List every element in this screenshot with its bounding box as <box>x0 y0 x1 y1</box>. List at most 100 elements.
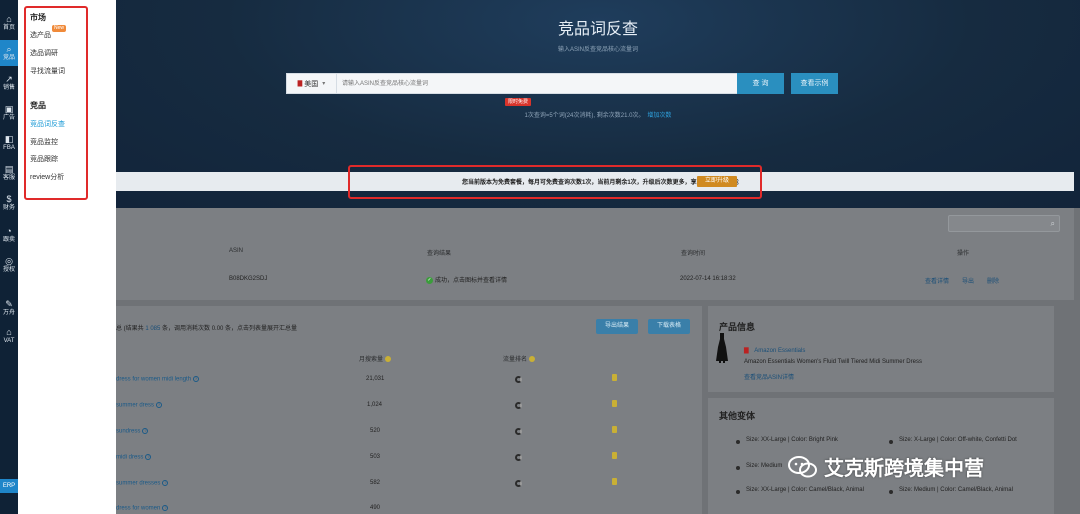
trend-icon[interactable] <box>612 400 617 407</box>
variant-item[interactable]: Size: XX-Large | Color: Camel/Black, Ani… <box>746 486 876 494</box>
search-bar: ▇ 美国 ▾ <box>286 73 738 94</box>
asin-search-input[interactable] <box>337 74 737 93</box>
rail-label: 跟卖 <box>2 236 15 243</box>
trend-icon[interactable] <box>612 452 617 459</box>
variant-item[interactable]: Size: Medium | Color: Camel/Black, Anima… <box>899 486 1029 494</box>
market-select[interactable]: ▇ 美国 ▾ <box>287 74 337 93</box>
info-icon <box>529 356 536 363</box>
page-title: 竞品词反查 <box>557 21 638 38</box>
new-badge: New <box>52 25 67 32</box>
donut-icon <box>515 454 522 461</box>
keyword-text: dress for women midi length <box>116 376 192 383</box>
submenu-item-research[interactable]: 选品调研 <box>30 48 58 58</box>
column-header-status: 查询结果 <box>427 251 452 257</box>
help-icon: ? <box>162 505 169 511</box>
help-icon: ? <box>142 428 149 434</box>
download-table-button[interactable]: 下载表格 <box>648 319 690 334</box>
keyword-text: summer dress <box>116 402 155 409</box>
trend-icon[interactable] <box>612 426 617 433</box>
check-icon: ✓ <box>426 276 433 284</box>
export-link[interactable]: 导出 <box>962 276 974 285</box>
export-results-button[interactable]: 导出结果 <box>596 319 638 334</box>
variant-item[interactable]: Size: X-Large | Color: Off-white, Confet… <box>899 436 1019 444</box>
trend-icon: ↗ <box>5 73 13 84</box>
keyword-link[interactable]: dress for women midi length? <box>116 376 200 383</box>
rail-item-competitor[interactable]: ⌕ 竞品 <box>0 40 18 66</box>
rail-item-follow[interactable]: ◔ 跟卖 <box>0 222 18 248</box>
rail-label: 客服 <box>2 174 15 181</box>
bullet-icon <box>736 466 740 470</box>
rail-item-finance[interactable]: $ 财务 <box>0 190 18 216</box>
page-subtitle: 输入ASIN反查竞品核心流量词 <box>557 47 638 53</box>
search-volume-value: 582 <box>370 480 381 486</box>
add-quota-link[interactable]: 增加次数 <box>647 113 671 119</box>
watermark: 艾克斯跨境集中营 <box>788 452 984 481</box>
submenu-heading-competitor: 竞品 <box>30 101 46 110</box>
trend-icon[interactable] <box>612 374 617 381</box>
rail-item-auth[interactable]: ◎ 授权 <box>0 252 18 278</box>
keyword-text: summer dresses <box>116 480 161 487</box>
product-info-heading: 产品信息 <box>719 322 756 332</box>
rail-item-sales[interactable]: ↗ 销售 <box>0 70 18 96</box>
keyword-link[interactable]: summer dresses? <box>116 480 169 487</box>
search-icon: ⌕ <box>6 43 12 54</box>
keyword-link[interactable]: midi dress? <box>116 454 152 461</box>
rail-label: 首页 <box>2 24 15 31</box>
submenu-item-monitor[interactable]: 竞品监控 <box>30 137 58 147</box>
quota-info: 1次查询=5个词(24次消耗), 剩余次数21.0次。 增加次数 <box>116 110 1080 119</box>
market-label: 美国 <box>304 80 319 88</box>
search-volume-value: 1,024 <box>367 402 383 408</box>
keywords-panel: 总 (结果共 1 085 条，调用消耗次数 0.00 条，点击列表量展开汇总量 … <box>116 306 702 514</box>
submenu-item-reverse-lookup[interactable]: 竞品词反查 <box>30 119 65 129</box>
rail-label: VAT <box>3 337 15 344</box>
rail-item-ads[interactable]: ▣ 广告 <box>0 100 18 126</box>
highlight-box <box>348 165 762 199</box>
submenu-item-review[interactable]: review分析 <box>30 172 64 182</box>
rail-label: 万舟 <box>2 309 15 316</box>
donut-icon <box>515 376 522 383</box>
product-brand-row: ▇ Amazon Essentials <box>744 347 805 354</box>
example-button[interactable]: 查看示例 <box>791 73 838 94</box>
history-filter-input[interactable]: ⌕ <box>948 215 1060 232</box>
row-status[interactable]: ✓ 成功，点击图标并查看详情 <box>426 275 507 284</box>
limited-free-badge: 限时免费 <box>505 98 532 106</box>
query-button[interactable]: 查 询 <box>737 73 784 94</box>
summary-suffix: 条，调用消耗次数 0.00 条，点击列表量展开汇总量 <box>162 326 298 332</box>
column-header-ops: 操作 <box>957 251 970 257</box>
submenu-item-select-product[interactable]: 选产品 <box>30 30 51 40</box>
keyword-link[interactable]: dress for women? <box>116 505 169 512</box>
rank-label: 流量排名 <box>503 357 528 363</box>
service-icon: ▤ <box>4 163 14 174</box>
submenu-item-traffic-words[interactable]: 寻找流量词 <box>30 66 65 76</box>
us-flag-icon: ▇ <box>297 81 303 87</box>
product-detail-link[interactable]: 查看竞品ASIN详情 <box>744 372 794 381</box>
trend-icon[interactable] <box>612 478 617 485</box>
product-brand[interactable]: Amazon Essentials <box>754 348 805 354</box>
delete-link[interactable]: 删除 <box>987 276 999 285</box>
rail-item-tools[interactable]: ✎ 万舟 <box>0 295 18 321</box>
submenu-heading-market: 市场 <box>30 13 46 22</box>
rail-item-vat[interactable]: ⌂ VAT <box>0 323 18 349</box>
row-time: 2022-07-14 16:18:32 <box>680 276 736 282</box>
erp-button[interactable]: ERP <box>0 479 18 493</box>
rail-item-fba[interactable]: ◧ FBA <box>0 130 18 156</box>
rail-item-service[interactable]: ▤ 客服 <box>0 160 18 186</box>
help-icon: ? <box>193 376 200 382</box>
variant-item[interactable]: Size: XX-Large | Color: Bright Pink <box>746 436 896 444</box>
info-icon <box>385 356 392 363</box>
view-details-link[interactable]: 查看详情 <box>925 276 949 285</box>
search-volume-value: 520 <box>370 428 381 434</box>
keyword-link[interactable]: summer dress? <box>116 402 163 409</box>
wechat-icon <box>788 455 817 477</box>
submenu-item-tracking[interactable]: 竞品跟踪 <box>30 154 58 164</box>
rail-label: 广告 <box>2 114 15 121</box>
help-icon: ? <box>162 480 169 486</box>
chevron-down-icon: ▾ <box>322 81 326 87</box>
donut-icon <box>515 480 522 487</box>
bullet-icon <box>889 440 893 444</box>
keyword-link[interactable]: sundress? <box>116 428 149 435</box>
home-icon: ⌂ <box>6 13 12 24</box>
rail-label: FBA <box>3 144 15 151</box>
rail-item-home[interactable]: ⌂ 首页 <box>0 10 18 36</box>
us-flag-icon: ▇ <box>744 348 749 354</box>
